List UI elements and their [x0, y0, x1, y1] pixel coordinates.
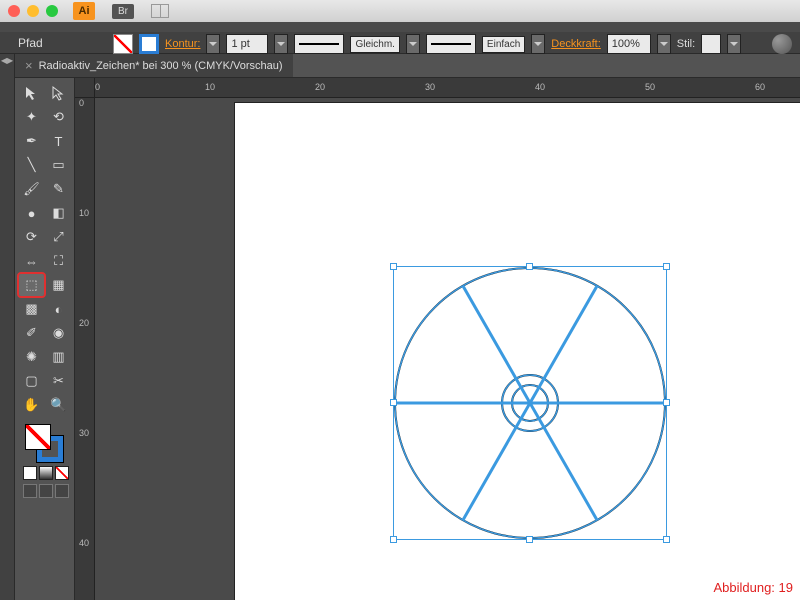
brush-label: Einfach: [482, 36, 525, 53]
column-graph-tool[interactable]: ▥: [46, 346, 71, 368]
document-tabs: × Radioaktiv_Zeichen* bei 300 % (CMYK/Vo…: [15, 54, 800, 78]
eraser-tool[interactable]: ◧: [46, 202, 71, 224]
document-tab-title: Radioaktiv_Zeichen* bei 300 % (CMYK/Vors…: [39, 60, 283, 72]
color-mode-gradient[interactable]: [39, 466, 53, 480]
canvas[interactable]: Abbildung: 19: [95, 98, 800, 600]
stroke-swatch[interactable]: [139, 34, 159, 54]
fill-indicator[interactable]: [25, 424, 51, 450]
style-label: Stil:: [677, 38, 695, 50]
brush-preview: [426, 34, 476, 54]
slice-tool[interactable]: ✂: [46, 370, 71, 392]
blob-brush-tool[interactable]: ●: [19, 202, 44, 224]
handle-n[interactable]: [526, 263, 533, 270]
selection-tool[interactable]: [19, 82, 44, 104]
document-setup-button[interactable]: [772, 34, 792, 54]
brush-dropdown[interactable]: [531, 34, 545, 54]
stroke-label[interactable]: Kontur:: [165, 38, 200, 50]
app-badge: Ai: [73, 2, 95, 20]
magic-wand-tool[interactable]: ✦: [19, 106, 44, 128]
blend-tool[interactable]: ◉: [46, 322, 71, 344]
color-mode-solid[interactable]: [23, 466, 37, 480]
fill-swatch[interactable]: [113, 34, 133, 54]
eyedropper-tool[interactable]: ✐: [19, 322, 44, 344]
opacity-input[interactable]: 100%: [607, 34, 651, 54]
opacity-label[interactable]: Deckkraft:: [551, 38, 601, 50]
opacity-dropdown[interactable]: [657, 34, 671, 54]
panel-collapse-strip[interactable]: ◀▶: [0, 54, 15, 600]
ruler-origin[interactable]: [75, 78, 95, 98]
main-area: × Radioaktiv_Zeichen* bei 300 % (CMYK/Vo…: [15, 54, 800, 600]
close-tab-icon[interactable]: ×: [25, 58, 33, 73]
draw-behind[interactable]: [39, 484, 53, 498]
scale-tool[interactable]: ⤢: [46, 226, 71, 248]
handle-e[interactable]: [663, 399, 670, 406]
rotate-tool[interactable]: ⟳: [19, 226, 44, 248]
paintbrush-tool[interactable]: 🖌: [19, 178, 44, 200]
minimize-window-button[interactable]: [27, 5, 39, 17]
mesh-tool[interactable]: ▩: [19, 298, 44, 320]
width-tool[interactable]: ⇔: [19, 250, 44, 272]
selection-bounding-box[interactable]: [393, 266, 667, 540]
draw-normal[interactable]: [23, 484, 37, 498]
ruler-vertical[interactable]: 0 10 20 30 40: [75, 98, 95, 600]
line-tool[interactable]: ╲: [19, 154, 44, 176]
selection-type-label: Pfad: [18, 36, 43, 50]
artboard-tool[interactable]: ▢: [19, 370, 44, 392]
close-window-button[interactable]: [8, 5, 20, 17]
figure-caption: Abbildung: 19: [713, 580, 793, 595]
workspace: 0 10 20 30 40 50 60 0 10 20 30 40: [75, 78, 800, 600]
type-tool[interactable]: T: [46, 130, 71, 152]
handle-sw[interactable]: [390, 536, 397, 543]
window-titlebar: Ai Br: [0, 0, 800, 22]
handle-se[interactable]: [663, 536, 670, 543]
stroke-weight-input[interactable]: 1 pt: [226, 34, 268, 54]
pen-tool[interactable]: ✒: [19, 130, 44, 152]
stroke-cap-label: Gleichm.: [350, 36, 399, 53]
stroke-weight-dropdown[interactable]: [274, 34, 288, 54]
zoom-tool[interactable]: 🔍: [46, 394, 71, 416]
control-bar: Kontur: 1 pt Gleichm. Einfach Deckkraft:…: [105, 33, 800, 55]
hand-tool[interactable]: ✋: [19, 394, 44, 416]
perspective-grid-tool[interactable]: ▦: [46, 274, 71, 296]
fill-stroke-indicator[interactable]: [25, 424, 63, 462]
lasso-tool[interactable]: ⟲: [46, 106, 71, 128]
handle-ne[interactable]: [663, 263, 670, 270]
color-mode-row: [23, 466, 70, 480]
shape-builder-tool[interactable]: ⬚: [19, 274, 44, 296]
artboard: Abbildung: 19: [235, 103, 800, 600]
gradient-tool[interactable]: ◐: [46, 298, 71, 320]
graphic-style-swatch[interactable]: [701, 34, 721, 54]
bridge-button[interactable]: Br: [112, 4, 134, 19]
symbol-sprayer-tool[interactable]: ✺: [19, 346, 44, 368]
pencil-tool[interactable]: ✎: [46, 178, 71, 200]
handle-w[interactable]: [390, 399, 397, 406]
arrange-documents-button[interactable]: [151, 4, 169, 18]
ruler-horizontal[interactable]: 0 10 20 30 40 50 60: [95, 78, 800, 98]
document-tab-active[interactable]: × Radioaktiv_Zeichen* bei 300 % (CMYK/Vo…: [15, 54, 293, 77]
stroke-profile-preview: [294, 34, 344, 54]
direct-selection-tool[interactable]: [46, 82, 71, 104]
handle-nw[interactable]: [390, 263, 397, 270]
draw-inside[interactable]: [55, 484, 69, 498]
stroke-cap-dropdown[interactable]: [406, 34, 420, 54]
free-transform-tool[interactable]: ⛶: [46, 250, 71, 272]
screen-mode-row: [23, 484, 70, 498]
tools-panel: ✦ ⟲ ✒ T ╲ ▭ 🖌 ✎ ● ◧ ⟳ ⤢ ⇔ ⛶ ⬚ ▦ ▩ ◐ ✐ ◉ …: [15, 78, 75, 600]
color-mode-none[interactable]: [55, 466, 69, 480]
graphic-style-dropdown[interactable]: [727, 34, 741, 54]
handle-s[interactable]: [526, 536, 533, 543]
rectangle-tool[interactable]: ▭: [46, 154, 71, 176]
zoom-window-button[interactable]: [46, 5, 58, 17]
stroke-weight-stepper[interactable]: [206, 34, 220, 54]
